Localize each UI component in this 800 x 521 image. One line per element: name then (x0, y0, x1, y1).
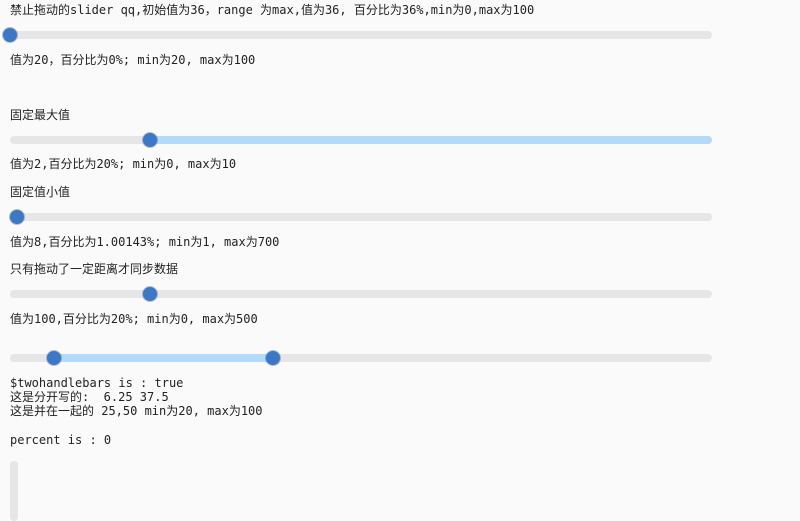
percent-text: percent is : 0 (10, 433, 112, 447)
slider4-track[interactable] (10, 287, 712, 301)
slider4-handle[interactable] (143, 287, 158, 301)
slider5-low-handle[interactable] (46, 351, 61, 365)
combined-values-text: 这是并在一起的 25,50 min为20, max为100 (10, 404, 263, 418)
separate-values-text: 这是分开写的: 6.25 37.5 (10, 390, 169, 404)
slider5-range-fill (53, 354, 274, 362)
slider3-handle[interactable] (10, 210, 25, 224)
slider5-range-track[interactable] (10, 351, 712, 365)
slider4-value-text: 值为100,百分比为20%; min为0, max为500 (10, 312, 258, 326)
two-handlebars-text: $twohandlebars is : true (10, 376, 184, 390)
slider1-description: 禁止拖动的slider qq,初始值为36，range 为max,值为36, 百… (10, 3, 535, 17)
slider5-high-handle[interactable] (266, 351, 281, 365)
vertical-slider-track[interactable] (10, 461, 18, 521)
slider1-value-text: 值为20，百分比为0%; min为20, max为100 (10, 53, 256, 67)
slider4-heading: 只有拖动了一定距离才同步数据 (10, 262, 179, 276)
slider1-handle[interactable] (3, 28, 17, 42)
slider2-range-fill (150, 136, 712, 144)
slider1-track[interactable] (3, 28, 712, 42)
slider3-heading: 固定值小值 (10, 185, 71, 199)
slider2-value-text: 值为2,百分比为20%; min为0, max为10 (10, 157, 237, 171)
slider3-value-text: 值为8,百分比为1.00143%; min为1, max为700 (10, 235, 280, 249)
slider2-handle[interactable] (143, 133, 158, 147)
slider2-heading: 固定最大值 (10, 108, 71, 122)
slider2-track[interactable] (10, 133, 712, 147)
slider3-track[interactable] (10, 210, 712, 224)
